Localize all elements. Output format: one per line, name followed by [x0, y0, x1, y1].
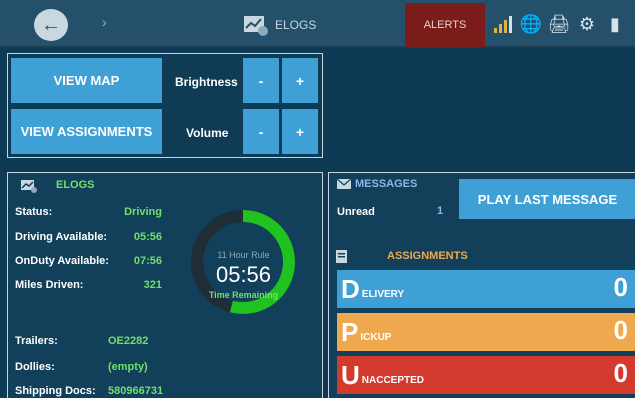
plus-label: + [295, 123, 305, 140]
delivery-count: 0 [613, 272, 628, 302]
time-remaining-label: Time Remaining [208, 290, 279, 300]
unread-count: 1 [437, 205, 444, 217]
unaccepted-label: NACCEPTED [361, 374, 425, 386]
clipboard-icon [336, 250, 347, 263]
chevron-right-icon[interactable]: › [102, 14, 107, 30]
rule-label: 11 Hour Rule [217, 250, 270, 260]
view-assignments-label: VIEW ASSIGNMENTS [20, 124, 153, 139]
app-root: ← › ELOGS ALERTS 🌐 🖨 ⚙ ▮ VIEW MAP VIEW A… [0, 0, 635, 398]
driving-available-label: Driving Available: [15, 231, 108, 243]
view-map-label: VIEW MAP [53, 73, 120, 88]
trailers-value: OE2282 [108, 335, 149, 347]
unread-label: Unread [337, 206, 375, 218]
delivery-assignments-bar[interactable]: D ELIVERY 0 [337, 270, 635, 308]
brightness-decrease-button[interactable]: - [243, 58, 279, 103]
printer-icon[interactable]: 🖨 [548, 11, 571, 37]
dollies-value: (empty) [108, 361, 148, 373]
onduty-available-value: 07:56 [133, 255, 162, 267]
unaccepted-assignments-bar[interactable]: U NACCEPTED 0 [337, 356, 635, 394]
assignments-title: ASSIGNMENTS [387, 250, 468, 262]
play-last-message-button[interactable]: PLAY LAST MESSAGE [459, 179, 635, 219]
pickup-letter: P [341, 316, 359, 347]
driving-available-value: 05:56 [133, 231, 162, 243]
top-bar: ← › ELOGS ALERTS 🌐 🖨 ⚙ ▮ [0, 0, 635, 48]
elogs-chart-icon [244, 16, 268, 36]
settings-gear-icon[interactable]: ⚙ [576, 11, 598, 37]
elogs-title: ELOGS [56, 179, 95, 191]
alerts-button[interactable]: ALERTS [405, 3, 485, 47]
messages-panel: MESSAGES Unread 1 PLAY LAST MESSAGE ASSI… [328, 172, 635, 398]
arrow-left-icon: ← [41, 13, 61, 36]
plus-label: + [295, 72, 305, 89]
alerts-label: ALERTS [423, 19, 467, 31]
brightness-increase-button[interactable]: + [282, 58, 318, 103]
delivery-letter: D [341, 273, 360, 304]
miles-driven-value: 321 [143, 279, 162, 291]
dollies-label: Dollies: [15, 361, 55, 373]
pickup-label: ICKUP [360, 331, 392, 343]
volume-label: Volume [186, 126, 229, 140]
hours-remaining-gauge: 11 Hour Rule 05:56 Time Remaining [191, 200, 296, 325]
signal-icon [492, 11, 514, 37]
view-assignments-button[interactable]: VIEW ASSIGNMENTS [11, 109, 162, 154]
pickup-assignments-bar[interactable]: P ICKUP 0 [337, 313, 635, 351]
delivery-label: ELIVERY [361, 288, 405, 300]
controls-panel: VIEW MAP VIEW ASSIGNMENTS Brightness Vol… [7, 53, 323, 158]
status-label: Status: [15, 206, 53, 218]
shipping-docs-value: 580966731 [108, 385, 164, 397]
status-value: Driving [124, 206, 162, 218]
battery-icon: ▮ [610, 13, 620, 34]
view-map-button[interactable]: VIEW MAP [11, 58, 162, 103]
volume-increase-button[interactable]: + [282, 109, 318, 154]
play-last-message-label: PLAY LAST MESSAGE [477, 191, 618, 207]
onduty-available-label: OnDuty Available: [15, 255, 109, 267]
shipping-docs-label: Shipping Docs: [15, 385, 96, 397]
elogs-panel[interactable]: ELOGS Status: Driving Driving Available:… [7, 172, 323, 398]
elogs-chart-icon [21, 180, 37, 193]
volume-decrease-button[interactable]: - [243, 109, 279, 154]
unaccepted-letter: U [341, 359, 360, 390]
unaccepted-count: 0 [613, 358, 628, 388]
envelope-icon [337, 179, 351, 189]
pickup-count: 0 [613, 315, 628, 345]
miles-driven-label: Miles Driven: [15, 279, 84, 291]
time-remaining-value: 05:56 [215, 262, 272, 287]
back-button[interactable]: ← [34, 9, 68, 41]
minus-label: - [258, 123, 264, 140]
status-icons: 🌐 🖨 ⚙ ▮ [492, 8, 626, 40]
messages-title: MESSAGES [355, 178, 418, 190]
globe-icon[interactable]: 🌐 [520, 11, 542, 37]
brightness-label: Brightness [175, 75, 238, 89]
minus-label: - [258, 72, 264, 89]
elogs-tab[interactable]: ELOGS [243, 10, 316, 40]
elogs-tab-label: ELOGS [275, 18, 317, 32]
trailers-label: Trailers: [15, 335, 58, 347]
